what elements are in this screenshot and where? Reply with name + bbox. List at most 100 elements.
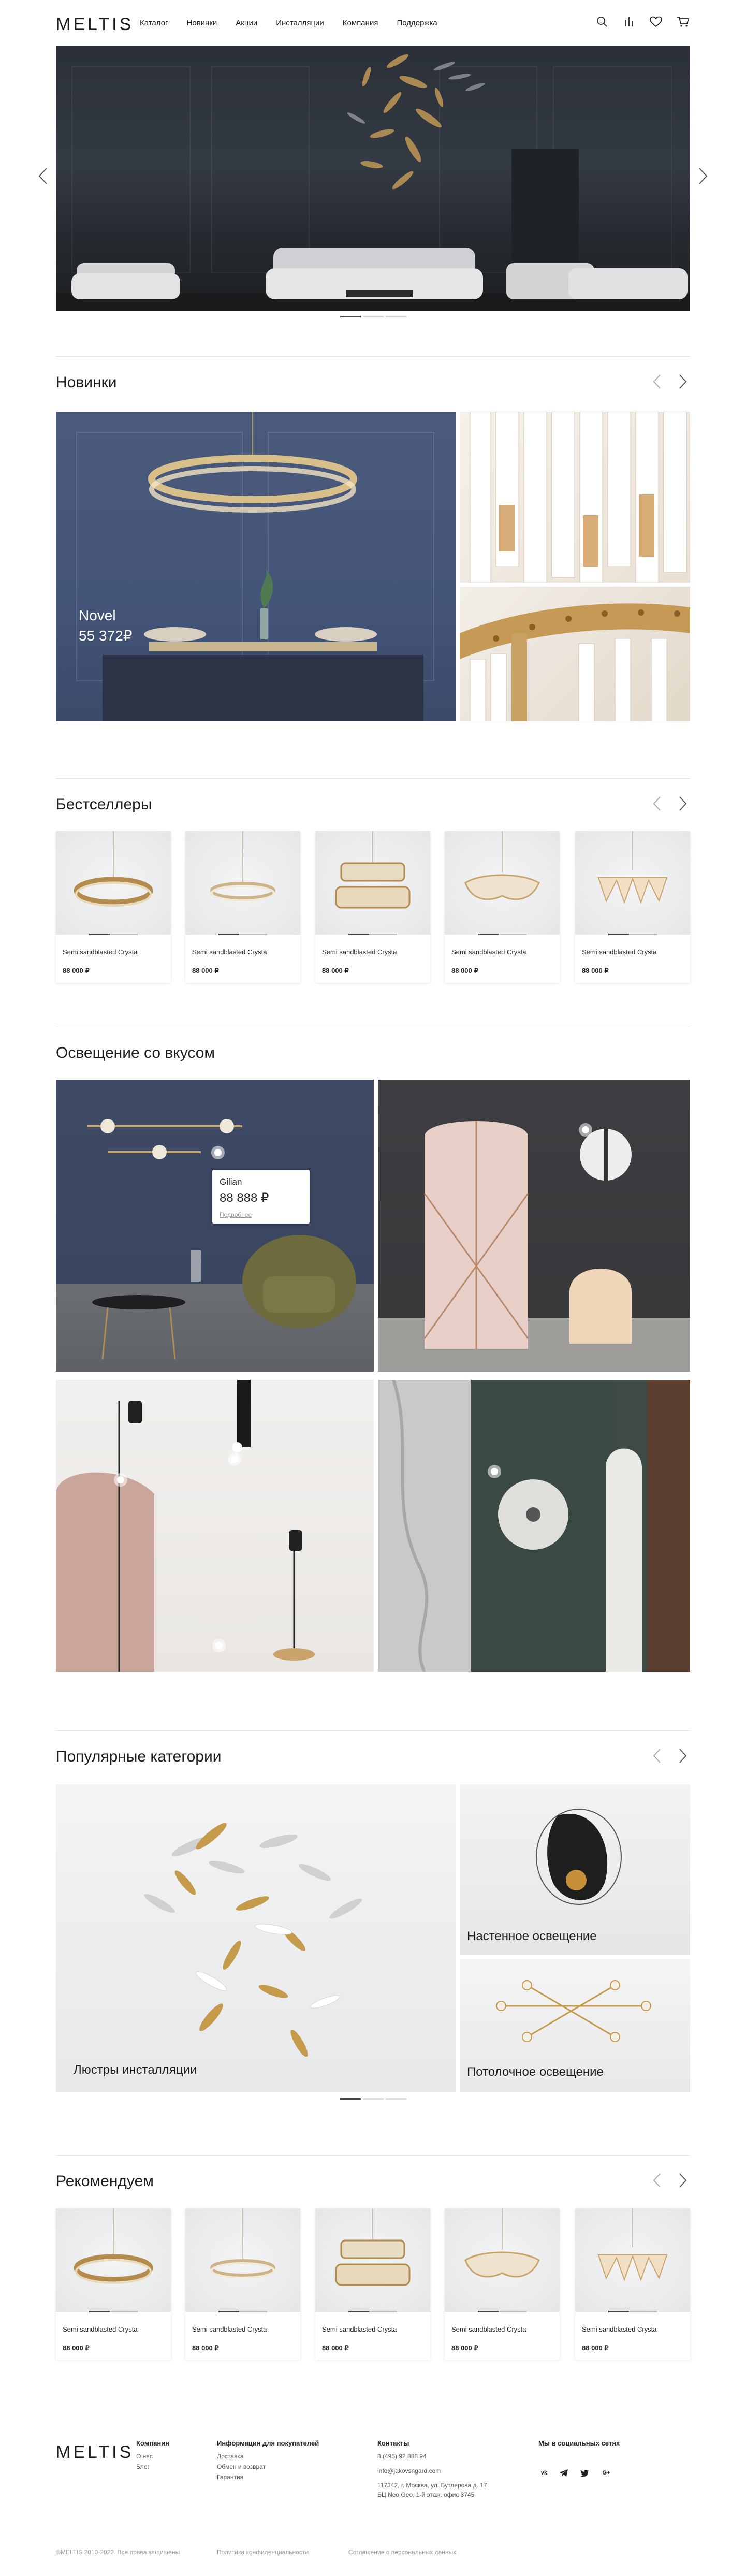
hotspot-button[interactable] [114, 1473, 127, 1487]
footer-link-returns[interactable]: Обмен и возврат [217, 2463, 266, 2470]
category-card-chandeliers[interactable]: Люстры инсталляции [56, 1784, 456, 2092]
hotspot-button[interactable] [212, 1639, 226, 1652]
hero-next-arrow[interactable] [695, 166, 711, 186]
vk-icon[interactable]: vk [538, 2469, 550, 2477]
interior-image-blue[interactable]: Gilian 88 888 ₽ Подробнее [56, 1080, 374, 1372]
nav-sales[interactable]: Акции [236, 19, 257, 27]
footer-social-title: Мы в социальных сетях [538, 2439, 620, 2447]
next-arrow[interactable] [676, 373, 690, 390]
categories-arrows [650, 1747, 690, 1765]
hotspot-button[interactable] [488, 1465, 501, 1478]
section-title-new: Новинки [56, 374, 117, 391]
popup-details-link[interactable]: Подробнее [220, 1211, 252, 1218]
footer-social-icons: vk G+ [538, 2469, 612, 2477]
footer-privacy-link[interactable]: Политика конфиденциальности [217, 2549, 309, 2556]
nav-new[interactable]: Новинки [187, 19, 217, 27]
category-card-wall[interactable]: Настенное освещение [460, 1784, 690, 1955]
nav-support[interactable]: Поддержка [397, 19, 437, 27]
section-title-recommend: Рекомендуем [56, 2173, 154, 2190]
product-image [315, 2208, 430, 2312]
footer-email[interactable]: info@jakovsngard.com [377, 2467, 441, 2475]
nav-company[interactable]: Компания [343, 19, 378, 27]
chandelier-installation-image [273, 46, 491, 216]
logo[interactable]: MELTIS [56, 14, 134, 35]
footer-contacts-title: Контакты [377, 2439, 409, 2447]
novelty-feature-card[interactable]: Novel 55 372₽ [56, 412, 456, 721]
sofa-image [56, 232, 690, 311]
product-popup[interactable]: Gilian 88 888 ₽ Подробнее [212, 1170, 310, 1224]
categories-slider-dots [0, 2098, 746, 2100]
compare-icon[interactable] [622, 14, 636, 29]
product-card[interactable]: Semi sandblasted Crysta 88 000 ₽ [185, 831, 300, 983]
product-name: Semi sandblasted Crysta [63, 2325, 138, 2333]
nav-catalog[interactable]: Каталог [140, 19, 168, 27]
interior-image-pink-cabinet[interactable] [378, 1080, 690, 1372]
footer-logo[interactable]: MELTIS [56, 2442, 134, 2463]
search-icon[interactable] [595, 14, 609, 29]
product-card[interactable]: Semi sandblasted Crysta 88 000 ₽ [185, 2208, 300, 2360]
next-arrow[interactable] [676, 2172, 690, 2189]
product-card[interactable]: Semi sandblasted Crysta 88 000 ₽ [315, 831, 430, 983]
telegram-icon[interactable] [559, 2469, 571, 2477]
product-card[interactable]: Semi sandblasted Crysta 88 000 ₽ [56, 2208, 171, 2360]
slider-dot[interactable] [362, 316, 384, 317]
footer-address-line1: 117342, г. Москва, ул. Бутлерова д. 17 [377, 2482, 487, 2489]
product-card[interactable]: Semi sandblasted Crysta 88 000 ₽ [445, 2208, 560, 2360]
prev-arrow[interactable] [650, 373, 664, 390]
product-price: 88 000 ₽ [451, 2344, 478, 2352]
prev-arrow[interactable] [650, 2172, 664, 2189]
twitter-icon[interactable] [580, 2469, 591, 2477]
product-name: Semi sandblasted Crysta [582, 2325, 657, 2333]
product-name: Semi sandblasted Crysta [63, 948, 138, 956]
interior-image-arch[interactable] [56, 1380, 374, 1672]
divider [56, 2155, 690, 2156]
novelty-detail-image-top[interactable] [460, 412, 690, 583]
nav-installations[interactable]: Инсталляции [276, 19, 324, 27]
product-card[interactable]: Semi sandblasted Crysta 88 000 ₽ [575, 831, 690, 983]
main-nav: Каталог Новинки Акции Инсталляции Компан… [140, 19, 437, 27]
novelty-detail-image-bottom[interactable] [460, 587, 690, 721]
product-image [445, 2208, 560, 2312]
section-title-taste: Освещение со вкусом [56, 1044, 215, 1061]
product-card[interactable]: Semi sandblasted Crysta 88 000 ₽ [315, 2208, 430, 2360]
slider-dot[interactable] [340, 316, 361, 317]
interior-image-green[interactable] [378, 1380, 690, 1672]
heart-icon[interactable] [649, 14, 663, 29]
product-card[interactable]: Semi sandblasted Crysta 88 000 ₽ [575, 2208, 690, 2360]
hotspot-button[interactable] [211, 1146, 225, 1159]
slider-dot[interactable] [385, 2098, 406, 2100]
hotspot-button[interactable] [579, 1123, 592, 1137]
hero-banner[interactable] [56, 46, 690, 311]
next-arrow[interactable] [676, 795, 690, 812]
product-card[interactable]: Semi sandblasted Crysta 88 000 ₽ [56, 831, 171, 983]
hero-prev-arrow[interactable] [35, 166, 51, 186]
slider-dot[interactable] [385, 316, 406, 317]
divider [56, 1730, 690, 1731]
prev-arrow[interactable] [650, 795, 664, 812]
google-plus-icon[interactable]: G+ [601, 2469, 612, 2477]
cart-icon[interactable] [676, 14, 690, 29]
slider-dot[interactable] [362, 2098, 384, 2100]
footer-link-warranty[interactable]: Гарантия [217, 2473, 243, 2481]
product-card[interactable]: Semi sandblasted Crysta 88 000 ₽ [445, 831, 560, 983]
divider [56, 778, 690, 779]
feature-product-name: Novel [79, 607, 116, 623]
footer-consent-link[interactable]: Соглашение о персональных данных [348, 2549, 456, 2556]
section-title-bestsellers: Бестселлеры [56, 796, 152, 813]
footer-link-about[interactable]: О нас [136, 2453, 153, 2460]
footer-link-blog[interactable]: Блог [136, 2463, 150, 2470]
prev-arrow[interactable] [650, 1747, 664, 1765]
product-name: Semi sandblasted Crysta [322, 2325, 397, 2333]
footer-phone[interactable]: 8 (495) 92 888 94 [377, 2453, 427, 2460]
next-arrow[interactable] [676, 1747, 690, 1765]
product-name: Semi sandblasted Crysta [582, 948, 657, 956]
hotspot-button[interactable] [228, 1452, 241, 1466]
product-price: 88 000 ₽ [63, 2344, 90, 2352]
category-card-ceiling[interactable]: Потолочное освещение [460, 1959, 690, 2092]
footer-link-delivery[interactable]: Доставка [217, 2453, 244, 2460]
footer-copyright: ©MELTIS 2010-2022. Все права защищены [56, 2549, 180, 2556]
category-label: Потолочное освещение [467, 2065, 604, 2079]
product-image [56, 2208, 171, 2312]
slider-dot[interactable] [340, 2098, 361, 2100]
product-price: 88 000 ₽ [582, 967, 609, 974]
